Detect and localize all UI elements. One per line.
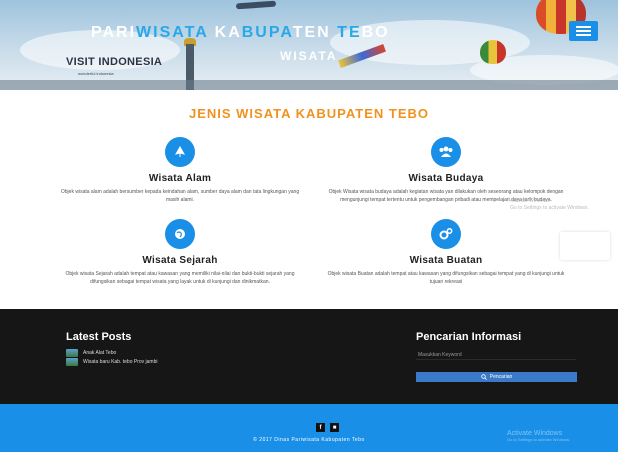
feature-title: Wisata Alam <box>148 173 212 184</box>
latest-post-item[interactable]: Wisata baru Kab. tebo Prov jambi <box>66 358 157 366</box>
footer-widgets: Latest Posts Anak Alat Tebo Wisata baru … <box>0 309 618 404</box>
post-link[interactable]: Anak Alat Tebo <box>83 350 116 356</box>
instagram-icon[interactable]: ■ <box>330 423 339 432</box>
city-skyline <box>0 80 618 90</box>
search-button[interactable]: Pencarian <box>416 372 577 382</box>
feature-title: Wisata Budaya <box>408 173 484 184</box>
search-icon <box>481 374 487 380</box>
watermark-line: Activate Windows <box>510 198 550 204</box>
floating-side-panel[interactable] <box>560 232 610 260</box>
feature-wisata-buatan: Wisata Buatan Objek wisata Buatan adalah… <box>326 219 566 286</box>
hamburger-icon <box>576 26 591 28</box>
watermark-line: Go to Settings to activate Windows. <box>507 437 571 442</box>
latest-post-item[interactable]: Anak Alat Tebo <box>66 349 116 357</box>
hamburger-icon <box>576 34 591 36</box>
watermark-line: Activate Windows <box>507 430 563 437</box>
brand-part: PARI <box>91 24 137 41</box>
site-brand[interactable]: PARIWISATA KABUPATEN TEBO <box>91 24 390 42</box>
brand-part: BO <box>361 24 390 41</box>
airplane-icon <box>235 0 277 10</box>
facebook-icon[interactable]: f <box>316 423 325 432</box>
section-title: JENIS WISATA KABUPATEN TEBO <box>188 106 430 121</box>
hamburger-icon <box>576 30 591 32</box>
hot-air-balloon-icon <box>480 40 506 64</box>
post-thumbnail <box>66 358 78 366</box>
search-button-label: Pencarian <box>489 374 513 380</box>
activate-windows-watermark: Activate Windows Go to Settings to activ… <box>507 430 570 442</box>
brand-part: KA <box>208 24 242 41</box>
leaf-icon <box>165 137 195 167</box>
feature-title: Wisata Buatan <box>409 255 483 266</box>
watermark-line: Go to Settings to activate Windows. <box>510 205 589 211</box>
post-thumbnail <box>66 349 78 357</box>
keyword-search-input[interactable] <box>416 350 576 360</box>
brand-part-highlight: BUPA <box>241 24 293 41</box>
brand-part: TEN <box>292 24 338 41</box>
footer-bottom: f ■ © 2017 Dinas Pariwisata Kabupaten Te… <box>0 404 618 452</box>
feature-description: Objek wisata Sejarah adalah tempat atau … <box>65 271 295 285</box>
gears-icon <box>431 219 461 249</box>
feature-wisata-alam: Wisata Alam Objek wisata alam adalah ber… <box>60 137 300 204</box>
brand-part-highlight: WISATA <box>136 24 209 41</box>
brand-part-highlight: TE <box>337 24 362 41</box>
post-link[interactable]: Wisata baru Kab. tebo Prov jambi <box>83 359 157 365</box>
feature-description: Objek wisata alam adalah bersumber kepad… <box>60 189 300 203</box>
users-icon <box>431 137 461 167</box>
hero-banner: PARIWISATA KABUPATEN TEBO WISATA VISIT I… <box>0 0 618 90</box>
feature-wisata-budaya: Wisata Budaya Objek Wisata wisata budaya… <box>326 137 566 204</box>
page-subtitle: WISATA <box>280 49 338 63</box>
logo-tagline: wonderful indonesia <box>78 71 114 76</box>
menu-toggle-button[interactable] <box>569 21 598 41</box>
feature-wisata-sejarah: Wisata Sejarah Objek wisata Sejarah adal… <box>60 219 300 286</box>
latest-posts-heading: Latest Posts <box>66 331 132 343</box>
visit-indonesia-logo: VISIT INDONESIA <box>66 56 163 68</box>
activate-windows-watermark: Activate Windows Go to Settings to activ… <box>510 198 589 212</box>
search-heading: Pencarian Informasi <box>416 331 522 343</box>
globe-icon <box>165 219 195 249</box>
feature-description: Objek wisata Buatan adalah tempat atau k… <box>327 271 565 285</box>
feature-title: Wisata Sejarah <box>142 255 218 266</box>
